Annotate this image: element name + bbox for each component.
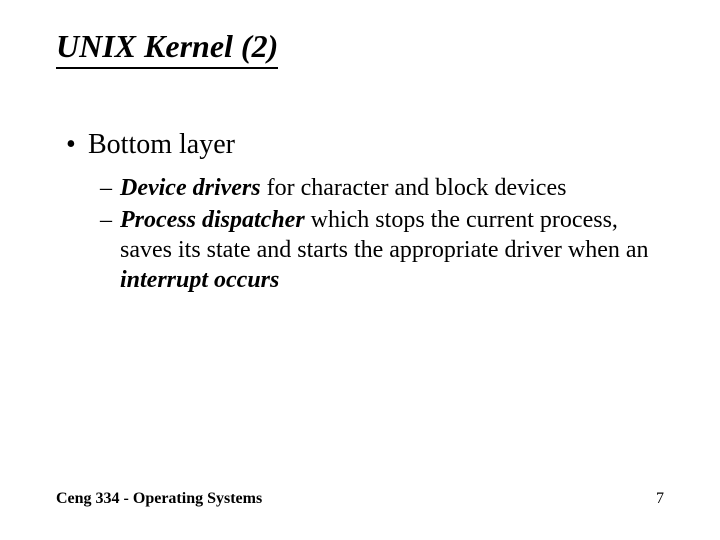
sub1-em: Device drivers: [120, 175, 261, 201]
sub1-rest: for character and block devices: [261, 175, 567, 201]
dash-icon: –: [100, 205, 120, 235]
sub-item-2-text: Process dispatcher which stops the curre…: [120, 205, 664, 295]
sub-list: – Device drivers for character and block…: [66, 173, 664, 295]
page-number: 7: [656, 490, 664, 508]
sub2-em2: interrupt occurs: [120, 267, 279, 293]
sub-item-2: – Process dispatcher which stops the cur…: [100, 205, 664, 295]
sub2-em: Process dispatcher: [120, 207, 305, 233]
bullet-dot-icon: •: [66, 129, 88, 161]
dash-icon: –: [100, 173, 120, 203]
sub-item-1-text: Device drivers for character and block d…: [120, 173, 664, 203]
footer-course: Ceng 334 - Operating Systems: [56, 490, 262, 508]
bullet-item: • Bottom layer: [66, 129, 664, 161]
bullet-text: Bottom layer: [88, 129, 235, 161]
sub-item-1: – Device drivers for character and block…: [100, 173, 664, 203]
content-area: • Bottom layer – Device drivers for char…: [56, 129, 664, 295]
slide-title: UNIX Kernel (2): [56, 28, 278, 69]
slide: UNIX Kernel (2) • Bottom layer – Device …: [0, 0, 720, 540]
footer: Ceng 334 - Operating Systems 7: [56, 490, 664, 508]
